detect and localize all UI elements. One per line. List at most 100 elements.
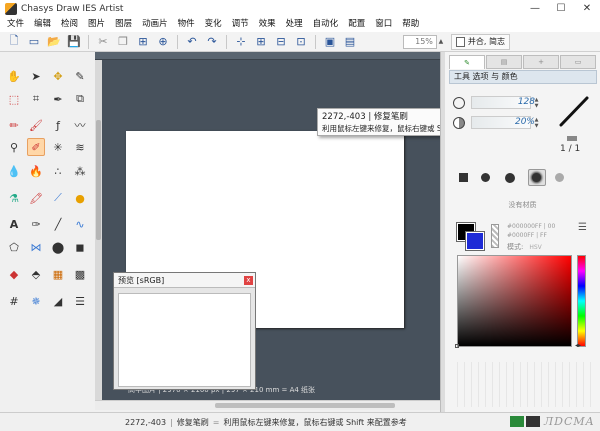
brush-tool-icon[interactable]: 🖌 [27, 116, 45, 134]
tab-tool-options[interactable]: ✎ [449, 55, 485, 69]
circle-shape-icon[interactable] [481, 173, 490, 182]
pen-tool-icon[interactable]: ✑ [27, 215, 45, 233]
crop-tool-icon[interactable]: ⌗ [27, 90, 45, 108]
tab-folders[interactable]: ▭ [560, 55, 596, 69]
transform-tool-icon[interactable]: ⧉ [71, 90, 89, 108]
color-picker-square[interactable] [457, 255, 572, 347]
stamp-tool-icon[interactable]: ⚲ [5, 138, 23, 156]
options-tool-icon[interactable]: ☰ [71, 292, 89, 310]
texture-label[interactable]: 没有材质 [445, 200, 600, 210]
new-window-icon[interactable]: ▭ [26, 34, 42, 50]
pencil-tool-icon[interactable]: ✏ [5, 116, 23, 134]
menu-file[interactable]: 文件 [2, 17, 29, 32]
menu-review[interactable]: 检阅 [56, 17, 83, 32]
healing-brush-tool-icon[interactable]: ✐ [27, 138, 45, 156]
burn-tool-icon[interactable]: 🔥 [27, 162, 45, 180]
full-screen-icon[interactable]: ▤ [342, 34, 358, 50]
background-color-swatch[interactable] [465, 231, 485, 251]
close-button[interactable]: ✕ [574, 0, 600, 17]
menu-config[interactable]: 配置 [343, 17, 370, 32]
sharpen-tool-icon[interactable]: ⁂ [71, 162, 89, 180]
bucket-tool-icon[interactable]: ⬤ [49, 238, 67, 256]
color-palette[interactable] [451, 362, 594, 407]
square-shape-icon[interactable] [459, 173, 468, 182]
tab-frames[interactable]: + [523, 55, 559, 69]
feather-shape-icon[interactable] [532, 173, 541, 182]
menu-transform[interactable]: 变化 [200, 17, 227, 32]
cube-tool-icon[interactable]: ◼ [71, 238, 89, 256]
merge-button[interactable]: 并合, 简志 [450, 33, 510, 50]
menu-help[interactable]: 帮助 [397, 17, 424, 32]
mosaic-tool-icon[interactable]: ▦ [49, 265, 67, 283]
hash-tool-icon[interactable]: # [5, 292, 23, 310]
line-tool-icon[interactable]: ╱ [49, 215, 67, 233]
text-tool-icon[interactable]: A [5, 215, 23, 233]
drop-tool-icon[interactable]: 💧 [5, 162, 23, 180]
sparkle-tool-icon[interactable]: ✳ [49, 138, 67, 156]
ball-tool-icon[interactable]: ● [71, 189, 89, 207]
menu-object[interactable]: 物件 [173, 17, 200, 32]
fade-shape-icon[interactable] [555, 173, 564, 182]
menu-effects[interactable]: 效果 [254, 17, 281, 32]
hue-slider[interactable] [577, 255, 586, 347]
clone-tool-icon[interactable]: ⚗ [5, 189, 23, 207]
opacity-spin-icon[interactable]: ▲ ▼ [533, 116, 540, 129]
redo-icon[interactable]: ↷ [204, 34, 220, 50]
eyedropper-tool-icon[interactable]: ✎ [71, 67, 89, 85]
tab-layers[interactable]: ▤ [486, 55, 522, 69]
panel-menu-icon[interactable]: ☰ [578, 222, 587, 233]
liquify-tool-icon[interactable]: ✵ [27, 292, 45, 310]
shape-tool-icon[interactable]: ⬠ [5, 238, 23, 256]
size-spin-icon[interactable]: ▲ ▼ [533, 96, 540, 109]
warp-tool-icon[interactable]: ⋈ [27, 238, 45, 256]
open-folder-icon[interactable]: 📂 [46, 34, 62, 50]
menu-window[interactable]: 窗口 [370, 17, 397, 32]
canvas-size-icon[interactable]: ⊟ [273, 34, 289, 50]
select-tool-icon[interactable]: ⬚ [5, 90, 23, 108]
replace-tool-icon[interactable]: ⬘ [27, 265, 45, 283]
menu-layer[interactable]: 图层 [110, 17, 137, 32]
maximize-button[interactable]: ☐ [548, 0, 574, 17]
copy-icon[interactable]: ❐ [115, 34, 131, 50]
opacity-value[interactable]: 20% [505, 116, 535, 129]
menu-animation[interactable]: 动画片 [137, 17, 173, 32]
vertical-scrollbar[interactable] [95, 60, 102, 400]
menu-process[interactable]: 处理 [281, 17, 308, 32]
zoom-input[interactable]: 15% [402, 34, 437, 49]
paste-layer-icon[interactable]: ⊕ [155, 34, 171, 50]
move-tool-icon[interactable]: ✥ [49, 67, 67, 85]
gradient-tool-icon[interactable]: ⟋ [49, 189, 67, 207]
soft-circle-shape-icon[interactable] [505, 173, 515, 183]
color-picker-tool-icon[interactable]: ✒ [49, 90, 67, 108]
scroll-thumb[interactable] [96, 120, 101, 240]
grid-tool-icon[interactable]: ▩ [71, 265, 89, 283]
fit-view-icon[interactable]: ▣ [322, 34, 338, 50]
pattern-tool-icon[interactable]: ≋ [71, 138, 89, 156]
cut-icon[interactable]: ✂ [95, 34, 111, 50]
menu-adjust[interactable]: 调节 [227, 17, 254, 32]
undo-icon[interactable]: ↶ [184, 34, 200, 50]
paste-new-icon[interactable]: ⊞ [135, 34, 151, 50]
menu-edit[interactable]: 编辑 [29, 17, 56, 32]
minimize-button[interactable]: — [522, 0, 548, 17]
hand-tool-icon[interactable]: ✋ [5, 67, 23, 85]
crop-icon[interactable]: ⊹ [233, 34, 249, 50]
fill-tool-icon[interactable]: ◆ [5, 265, 23, 283]
color-brush-tool-icon[interactable]: 🖍 [27, 189, 45, 207]
rotate-icon[interactable]: ⊡ [293, 34, 309, 50]
blur-tool-icon[interactable]: ∴ [49, 162, 67, 180]
fx-brush-tool-icon[interactable]: ƒ [49, 116, 67, 134]
smudge-tool-icon[interactable]: 〰 [71, 116, 89, 134]
save-icon[interactable]: 💾 [66, 34, 82, 50]
alpha-swatch[interactable] [491, 224, 499, 248]
menu-automation[interactable]: 自动化 [308, 17, 344, 32]
resize-icon[interactable]: ⊞ [253, 34, 269, 50]
horizontal-scrollbar[interactable] [95, 400, 440, 410]
menu-image[interactable]: 图片 [83, 17, 110, 32]
preview-close-button[interactable]: x [244, 276, 253, 285]
size-value[interactable]: 128 [505, 96, 535, 109]
curve-tool-icon[interactable]: ∿ [71, 215, 89, 233]
scroll-thumb[interactable] [215, 403, 395, 408]
zoom-spin-icon[interactable]: ▲ [437, 35, 445, 49]
eraser-tool-icon[interactable]: ◢ [49, 292, 67, 310]
